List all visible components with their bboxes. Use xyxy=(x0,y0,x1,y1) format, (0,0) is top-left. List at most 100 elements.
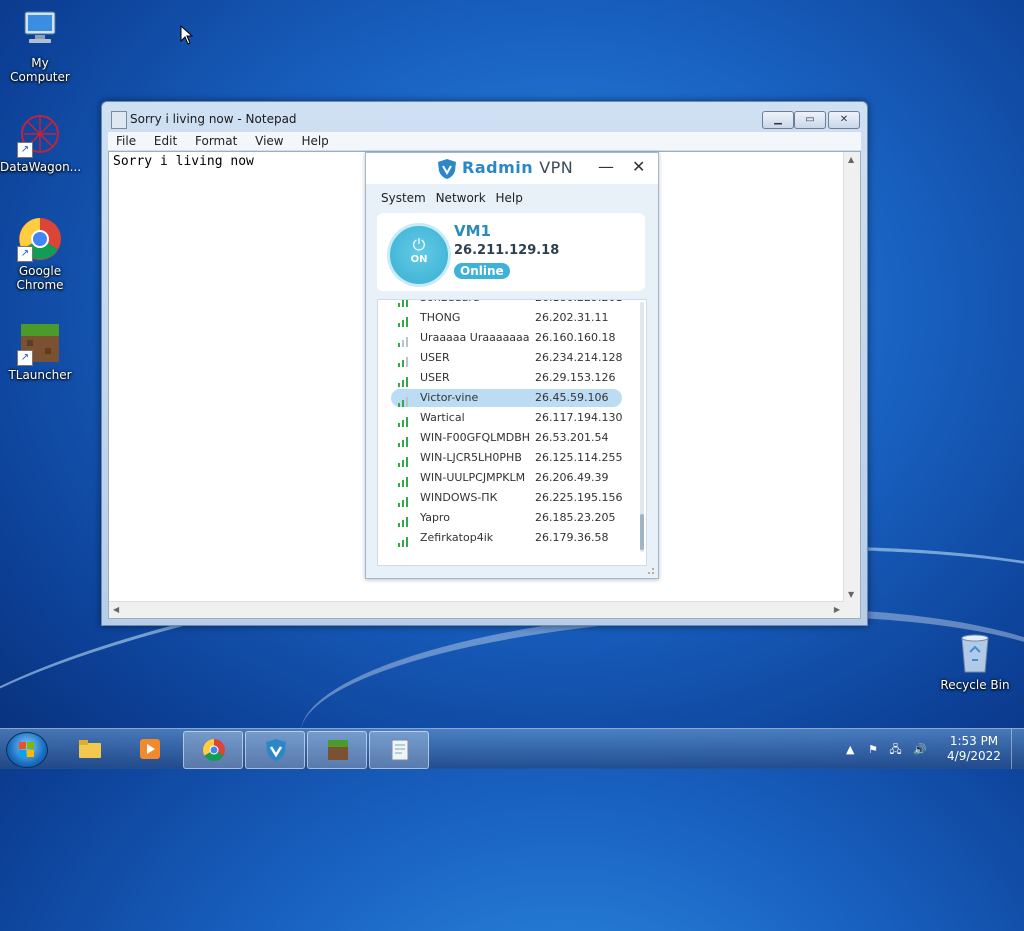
close-button[interactable]: ✕ xyxy=(828,111,860,129)
horizontal-scrollbar[interactable]: ◀ ▶ xyxy=(109,601,844,618)
peer-ip: 26.206.49.39 xyxy=(535,471,609,484)
notepad-icon xyxy=(111,111,127,129)
menu-edit[interactable]: Edit xyxy=(154,134,177,148)
recycle-bin-icon xyxy=(952,630,998,676)
close-button[interactable]: ✕ xyxy=(632,157,645,176)
editor-content[interactable]: Sorry i living now xyxy=(113,154,254,169)
signal-strength-icon xyxy=(398,454,410,467)
windows-logo-icon xyxy=(19,742,35,758)
peer-ip: 26.125.114.255 xyxy=(535,451,623,464)
scroll-up-icon[interactable]: ▲ xyxy=(848,155,854,164)
system-tray: ▲ ⚑ 🖧 🔊 xyxy=(846,741,927,760)
desktop-icon-google-chrome[interactable]: ↗ Google Chrome xyxy=(0,216,80,292)
taskbar-notepad[interactable] xyxy=(369,731,429,769)
peer-name: WIN-UULPCJMPKLM xyxy=(420,471,526,484)
menu-system[interactable]: System xyxy=(381,191,426,205)
menu-format[interactable]: Format xyxy=(195,134,237,148)
peer-row[interactable]: THONG 26.202.31.11 xyxy=(378,308,646,328)
peer-row[interactable]: SonEduard 26.180.229.201 xyxy=(378,300,646,308)
radmin-title-bar[interactable]: Radmin VPN — ✕ xyxy=(366,153,658,184)
scroll-right-icon[interactable]: ▶ xyxy=(834,605,840,614)
menu-help[interactable]: Help xyxy=(301,134,328,148)
signal-strength-icon xyxy=(398,394,410,407)
peer-ip: 26.180.229.201 xyxy=(535,300,622,304)
desktop-icon-recycle-bin[interactable]: Recycle Bin xyxy=(935,630,1015,692)
window-title: Sorry i living now - Notepad xyxy=(130,112,297,126)
show-hidden-icons-icon[interactable]: ▲ xyxy=(846,743,854,756)
menu-bar: File Edit Format View Help xyxy=(108,132,861,150)
peer-name: Victor-vine xyxy=(420,391,479,404)
peer-row[interactable]: USER 26.234.214.128 xyxy=(378,348,646,368)
power-toggle-button[interactable]: ⏻ ON xyxy=(387,223,451,287)
taskbar-media-player[interactable] xyxy=(120,731,178,767)
peer-name: WINDOWS-ПК xyxy=(420,491,498,504)
taskbar-radmin-vpn[interactable] xyxy=(245,731,305,769)
desktop-icon-label: Google Chrome xyxy=(16,264,64,292)
peer-ip: 26.29.153.126 xyxy=(535,371,616,384)
peer-row[interactable]: Wartical 26.117.194.130 xyxy=(378,408,646,428)
signal-strength-icon xyxy=(398,314,410,327)
size-grip[interactable] xyxy=(844,602,860,618)
peer-ip: 26.179.36.58 xyxy=(535,531,609,544)
peer-row[interactable]: Victor-vine 26.45.59.106 xyxy=(378,388,646,408)
mouse-cursor-icon xyxy=(180,25,194,45)
menu-network[interactable]: Network xyxy=(436,191,486,205)
signal-strength-icon xyxy=(398,334,410,347)
signal-strength-icon xyxy=(398,494,410,507)
chrome-icon: ↗ xyxy=(17,216,63,262)
radmin-vpn-window[interactable]: Radmin VPN — ✕ System Network Help ⏻ ON … xyxy=(365,152,659,579)
maximize-button[interactable]: ▭ xyxy=(794,111,826,129)
signal-strength-icon xyxy=(398,534,410,547)
desktop-icon-label: DataWagon... xyxy=(0,160,82,174)
peer-row[interactable]: WIN-UULPCJMPKLM 26.206.49.39 xyxy=(378,468,646,488)
brand-name: Radmin xyxy=(462,158,534,177)
peer-row[interactable]: USER 26.29.153.126 xyxy=(378,368,646,388)
desktop-icon-tlauncher[interactable]: ↗ TLauncher xyxy=(0,320,80,382)
peer-ip: 26.160.160.18 xyxy=(535,331,616,344)
scroll-down-icon[interactable]: ▼ xyxy=(848,590,854,599)
computer-name: VM1 xyxy=(454,222,491,240)
desktop-icon-my-computer[interactable]: My Computer xyxy=(0,8,80,84)
notepad-icon xyxy=(391,739,409,761)
peer-ip: 26.225.195.156 xyxy=(535,491,623,504)
desktop-icon-datawagon[interactable]: ↗ DataWagon... xyxy=(0,112,82,174)
peer-row[interactable]: Zefirkatop4ik 26.179.36.58 xyxy=(378,528,646,548)
resize-grip-icon[interactable] xyxy=(647,567,655,575)
menu-help[interactable]: Help xyxy=(496,191,523,205)
tlauncher-icon xyxy=(328,740,348,760)
peer-row[interactable]: WIN-LJCR5LH0PHB 26.125.114.255 xyxy=(378,448,646,468)
taskbar-tlauncher[interactable] xyxy=(307,731,367,769)
peer-row[interactable]: WIN-F00GFQLMDBH 26.53.201.54 xyxy=(378,428,646,448)
peer-list-scrollbar[interactable] xyxy=(640,302,644,552)
vertical-scrollbar[interactable]: ▲ ▼ xyxy=(843,152,860,602)
peer-row[interactable]: WINDOWS-ПК 26.225.195.156 xyxy=(378,488,646,508)
signal-strength-icon xyxy=(398,374,410,387)
system-clock[interactable]: 1:53 PM 4/9/2022 xyxy=(944,734,1004,764)
peer-ip: 26.185.23.205 xyxy=(535,511,616,524)
minimize-button[interactable]: — xyxy=(598,157,614,176)
shortcut-arrow-icon: ↗ xyxy=(17,142,33,158)
taskbar-explorer[interactable] xyxy=(60,731,118,767)
minimize-button[interactable]: ▁ xyxy=(762,111,794,129)
brand-suffix: VPN xyxy=(539,158,574,177)
action-center-flag-icon[interactable]: ⚑ xyxy=(868,743,878,756)
scrollbar-thumb[interactable] xyxy=(640,514,644,550)
peer-name: Wartical xyxy=(420,411,465,424)
menu-file[interactable]: File xyxy=(116,134,136,148)
desktop-icon-label: My Computer xyxy=(10,56,70,84)
peer-ip: 26.202.31.11 xyxy=(535,311,609,324)
start-button[interactable] xyxy=(6,732,48,768)
scroll-left-icon[interactable]: ◀ xyxy=(113,605,119,614)
peer-list[interactable]: SonEduard 26.180.229.201 THONG 26.202.31.11… xyxy=(377,299,647,566)
taskbar-chrome[interactable] xyxy=(183,731,243,769)
clock-date: 4/9/2022 xyxy=(947,749,1001,763)
desktop-icon-label: TLauncher xyxy=(8,368,72,382)
show-desktop-button[interactable] xyxy=(1011,729,1024,769)
shortcut-arrow-icon: ↗ xyxy=(17,246,33,262)
network-icon[interactable]: 🖧 xyxy=(889,743,901,756)
peer-row[interactable]: Uraaaaa Uraaaaaaaa... 26.160.160.18 xyxy=(378,328,646,348)
menu-view[interactable]: View xyxy=(255,134,283,148)
peer-row[interactable]: Yapro 26.185.23.205 xyxy=(378,508,646,528)
volume-icon[interactable]: 🔊 xyxy=(913,743,927,756)
peer-ip: 26.117.194.130 xyxy=(535,411,623,424)
